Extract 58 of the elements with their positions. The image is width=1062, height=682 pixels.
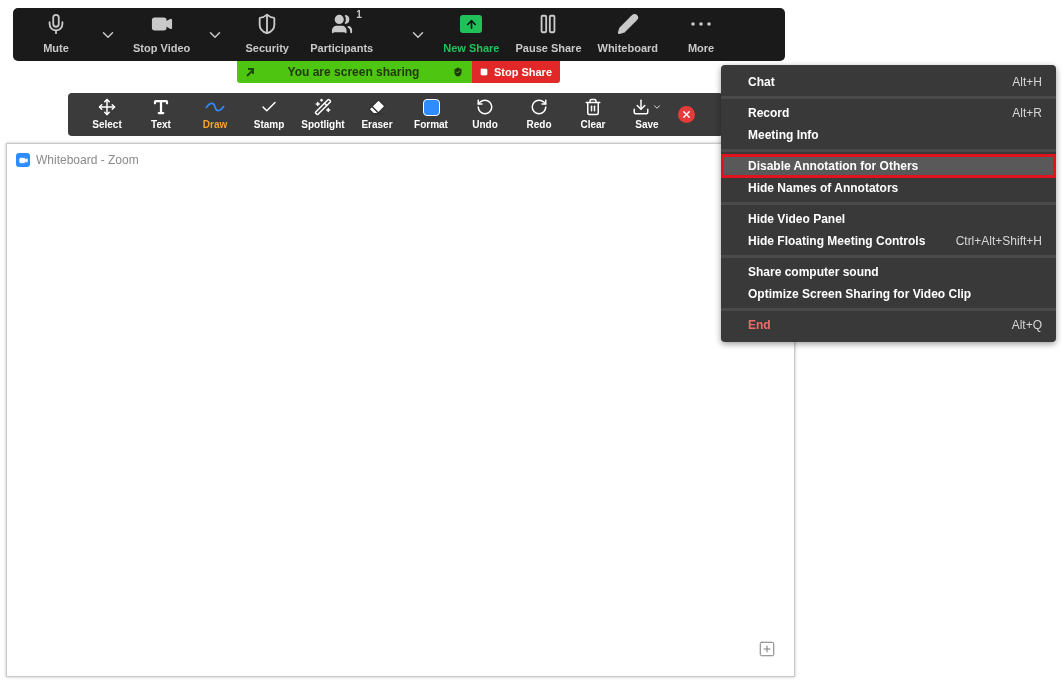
- close-icon: [681, 109, 692, 120]
- menu-item[interactable]: Chat Alt+H: [722, 71, 1055, 93]
- arrow-icon: [245, 67, 255, 77]
- keyboard-shortcut: Alt+Q: [1011, 317, 1042, 334]
- toolbar-button[interactable]: Security: [232, 10, 303, 59]
- annotation-tool[interactable]: Redo: [512, 94, 566, 135]
- trash-icon: [584, 98, 602, 116]
- redo-icon: [530, 98, 548, 116]
- menu-item[interactable]: Disable Annotation for Others: [722, 155, 1055, 177]
- new-page-icon[interactable]: [758, 640, 776, 658]
- keyboard-shortcut: Alt+R: [1012, 105, 1042, 122]
- undo-icon: [476, 98, 494, 116]
- eraser-icon: [368, 98, 386, 116]
- toolbar-button[interactable]: New Share: [435, 10, 508, 59]
- download-icon: [632, 98, 650, 116]
- annotation-tool[interactable]: Eraser: [350, 94, 404, 135]
- annotation-tool[interactable]: Draw: [188, 94, 242, 135]
- menu-item[interactable]: Hide Names of Annotators: [722, 177, 1055, 199]
- annotation-tool[interactable]: Format: [404, 94, 458, 135]
- move-arrows-icon: [98, 98, 116, 116]
- keyboard-shortcut: Ctrl+Alt+Shift+H: [955, 233, 1042, 250]
- menu-item[interactable]: Share computer sound: [722, 261, 1055, 283]
- stop-square-icon: [479, 68, 488, 76]
- participant-count: 1: [356, 8, 362, 23]
- close-button[interactable]: [678, 106, 695, 123]
- menu-item[interactable]: End Alt+Q: [722, 314, 1055, 336]
- magic-wand-icon: [314, 98, 332, 116]
- app-logo-icon: [16, 153, 30, 167]
- sharing-status-text: You are screen sharing: [286, 64, 421, 81]
- annotation-tool[interactable]: Select: [80, 94, 134, 135]
- keyboard-shortcut: Alt+H: [1012, 74, 1042, 91]
- toolbar-button[interactable]: Mute: [21, 10, 91, 59]
- menu-item[interactable]: Hide Video Panel: [722, 208, 1055, 230]
- toolbar-button[interactable]: Whiteboard: [589, 10, 666, 59]
- menu-item[interactable]: Meeting Info: [722, 124, 1055, 146]
- letter-t-icon: [152, 98, 170, 116]
- people-icon: [330, 13, 353, 36]
- toolbar-button[interactable]: More: [666, 10, 736, 59]
- annotation-tool[interactable]: Text: [134, 94, 188, 135]
- stop-share-button[interactable]: Stop Share: [472, 61, 560, 83]
- shield-check-icon: [452, 66, 464, 78]
- pencil-icon: [616, 13, 639, 36]
- toolbar-button[interactable]: Stop Video: [125, 10, 199, 59]
- annotation-tool[interactable]: Clear: [566, 94, 620, 135]
- wavy-line-icon: [205, 102, 225, 112]
- caret-icon: [652, 102, 662, 112]
- annotation-tool[interactable]: Spotlight: [296, 94, 350, 135]
- annotation-tool[interactable]: Stamp: [242, 94, 296, 135]
- toolbar-button[interactable]: Pause Share: [507, 10, 590, 59]
- color-swatch-icon: [422, 98, 440, 116]
- more-dots-icon: [691, 22, 711, 27]
- window-title: Whiteboard - Zoom: [36, 152, 139, 169]
- menu-item[interactable]: Hide Floating Meeting Controls Ctrl+Alt+Shift+H: [722, 230, 1055, 252]
- menu-item[interactable]: Record Alt+R: [722, 102, 1055, 124]
- annotation-tool[interactable]: Undo: [458, 94, 512, 135]
- annotation-tool[interactable]: Save: [620, 94, 674, 135]
- toolbar-button[interactable]: 1 Participants: [302, 10, 382, 59]
- menu-item[interactable]: Optimize Screen Sharing for Video Clip: [722, 283, 1055, 305]
